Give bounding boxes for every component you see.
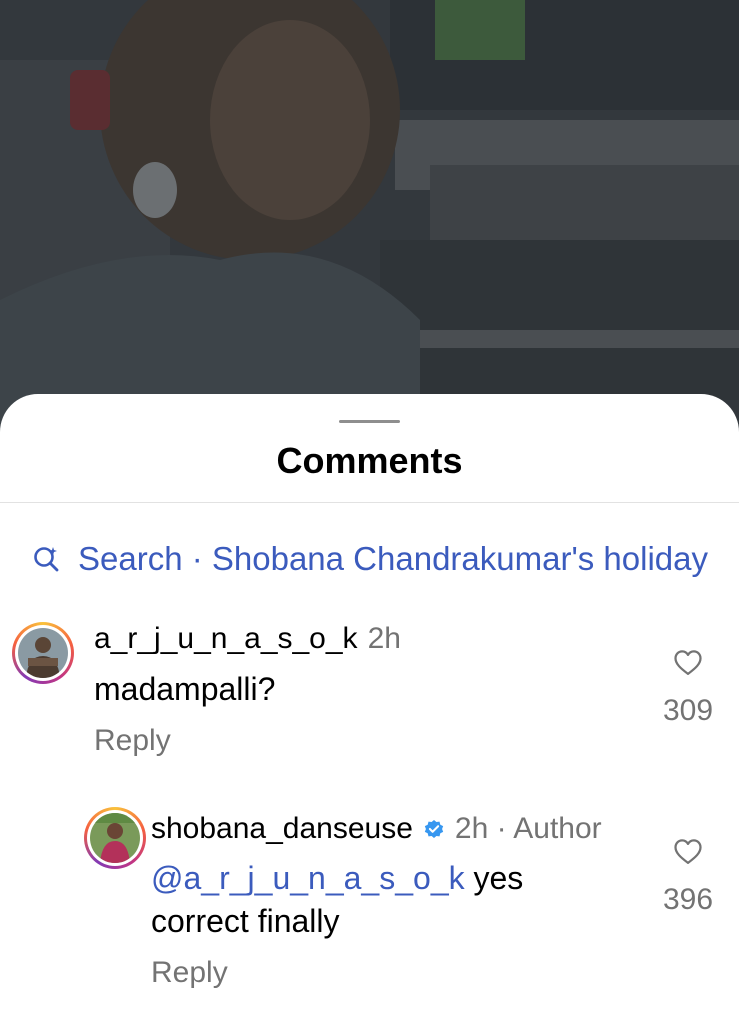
background-photo <box>0 0 739 440</box>
avatar-photo <box>18 628 68 678</box>
comment-header: a_r_j_u_n_a_s_o_k 2h <box>94 622 401 656</box>
search-sparkle-icon <box>34 547 59 572</box>
avatar[interactable] <box>84 807 146 869</box>
mention-link[interactable]: @a_r_j_u_n_a_s_o_k <box>151 860 465 896</box>
comment-time: 2h <box>367 622 401 655</box>
like-count: 309 <box>662 694 714 727</box>
heart-icon[interactable] <box>673 648 703 676</box>
comment-username[interactable]: shobana_danseuse <box>151 812 413 846</box>
heart-icon[interactable] <box>673 837 703 865</box>
divider <box>0 502 739 503</box>
verified-badge-icon <box>424 820 444 838</box>
comment-username[interactable]: a_r_j_u_n_a_s_o_k <box>94 622 358 656</box>
reply-button[interactable]: Reply <box>151 956 228 990</box>
comment-text-rest: yes <box>464 860 524 896</box>
sheet-title: Comments <box>276 440 463 481</box>
search-suggestion[interactable]: Search · Shobana Chandrakumar's holiday <box>32 537 708 581</box>
comment-like[interactable]: 396 <box>648 837 728 917</box>
comment-time-author: 2h · Author <box>454 812 602 845</box>
comments-sheet: Comments Search · Shobana Chandrakumar's… <box>0 394 739 1017</box>
reply-button[interactable]: Reply <box>94 724 171 758</box>
search-suggestion-text: Search · Shobana Chandrakumar's holiday <box>78 540 708 577</box>
comment-text: @a_r_j_u_n_a_s_o_k yes correct finally <box>151 857 523 943</box>
avatar[interactable] <box>12 622 74 684</box>
like-count: 396 <box>662 883 714 916</box>
comment-text-line2: correct finally <box>151 903 340 939</box>
avatar-photo <box>90 813 140 863</box>
comment-text: madampalli? <box>94 671 276 707</box>
comment-like[interactable]: 309 <box>648 648 728 728</box>
sheet-grabber[interactable] <box>339 420 400 423</box>
comment-header: shobana_danseuse 2h · Author <box>151 812 602 846</box>
background-photo-art <box>0 0 739 440</box>
